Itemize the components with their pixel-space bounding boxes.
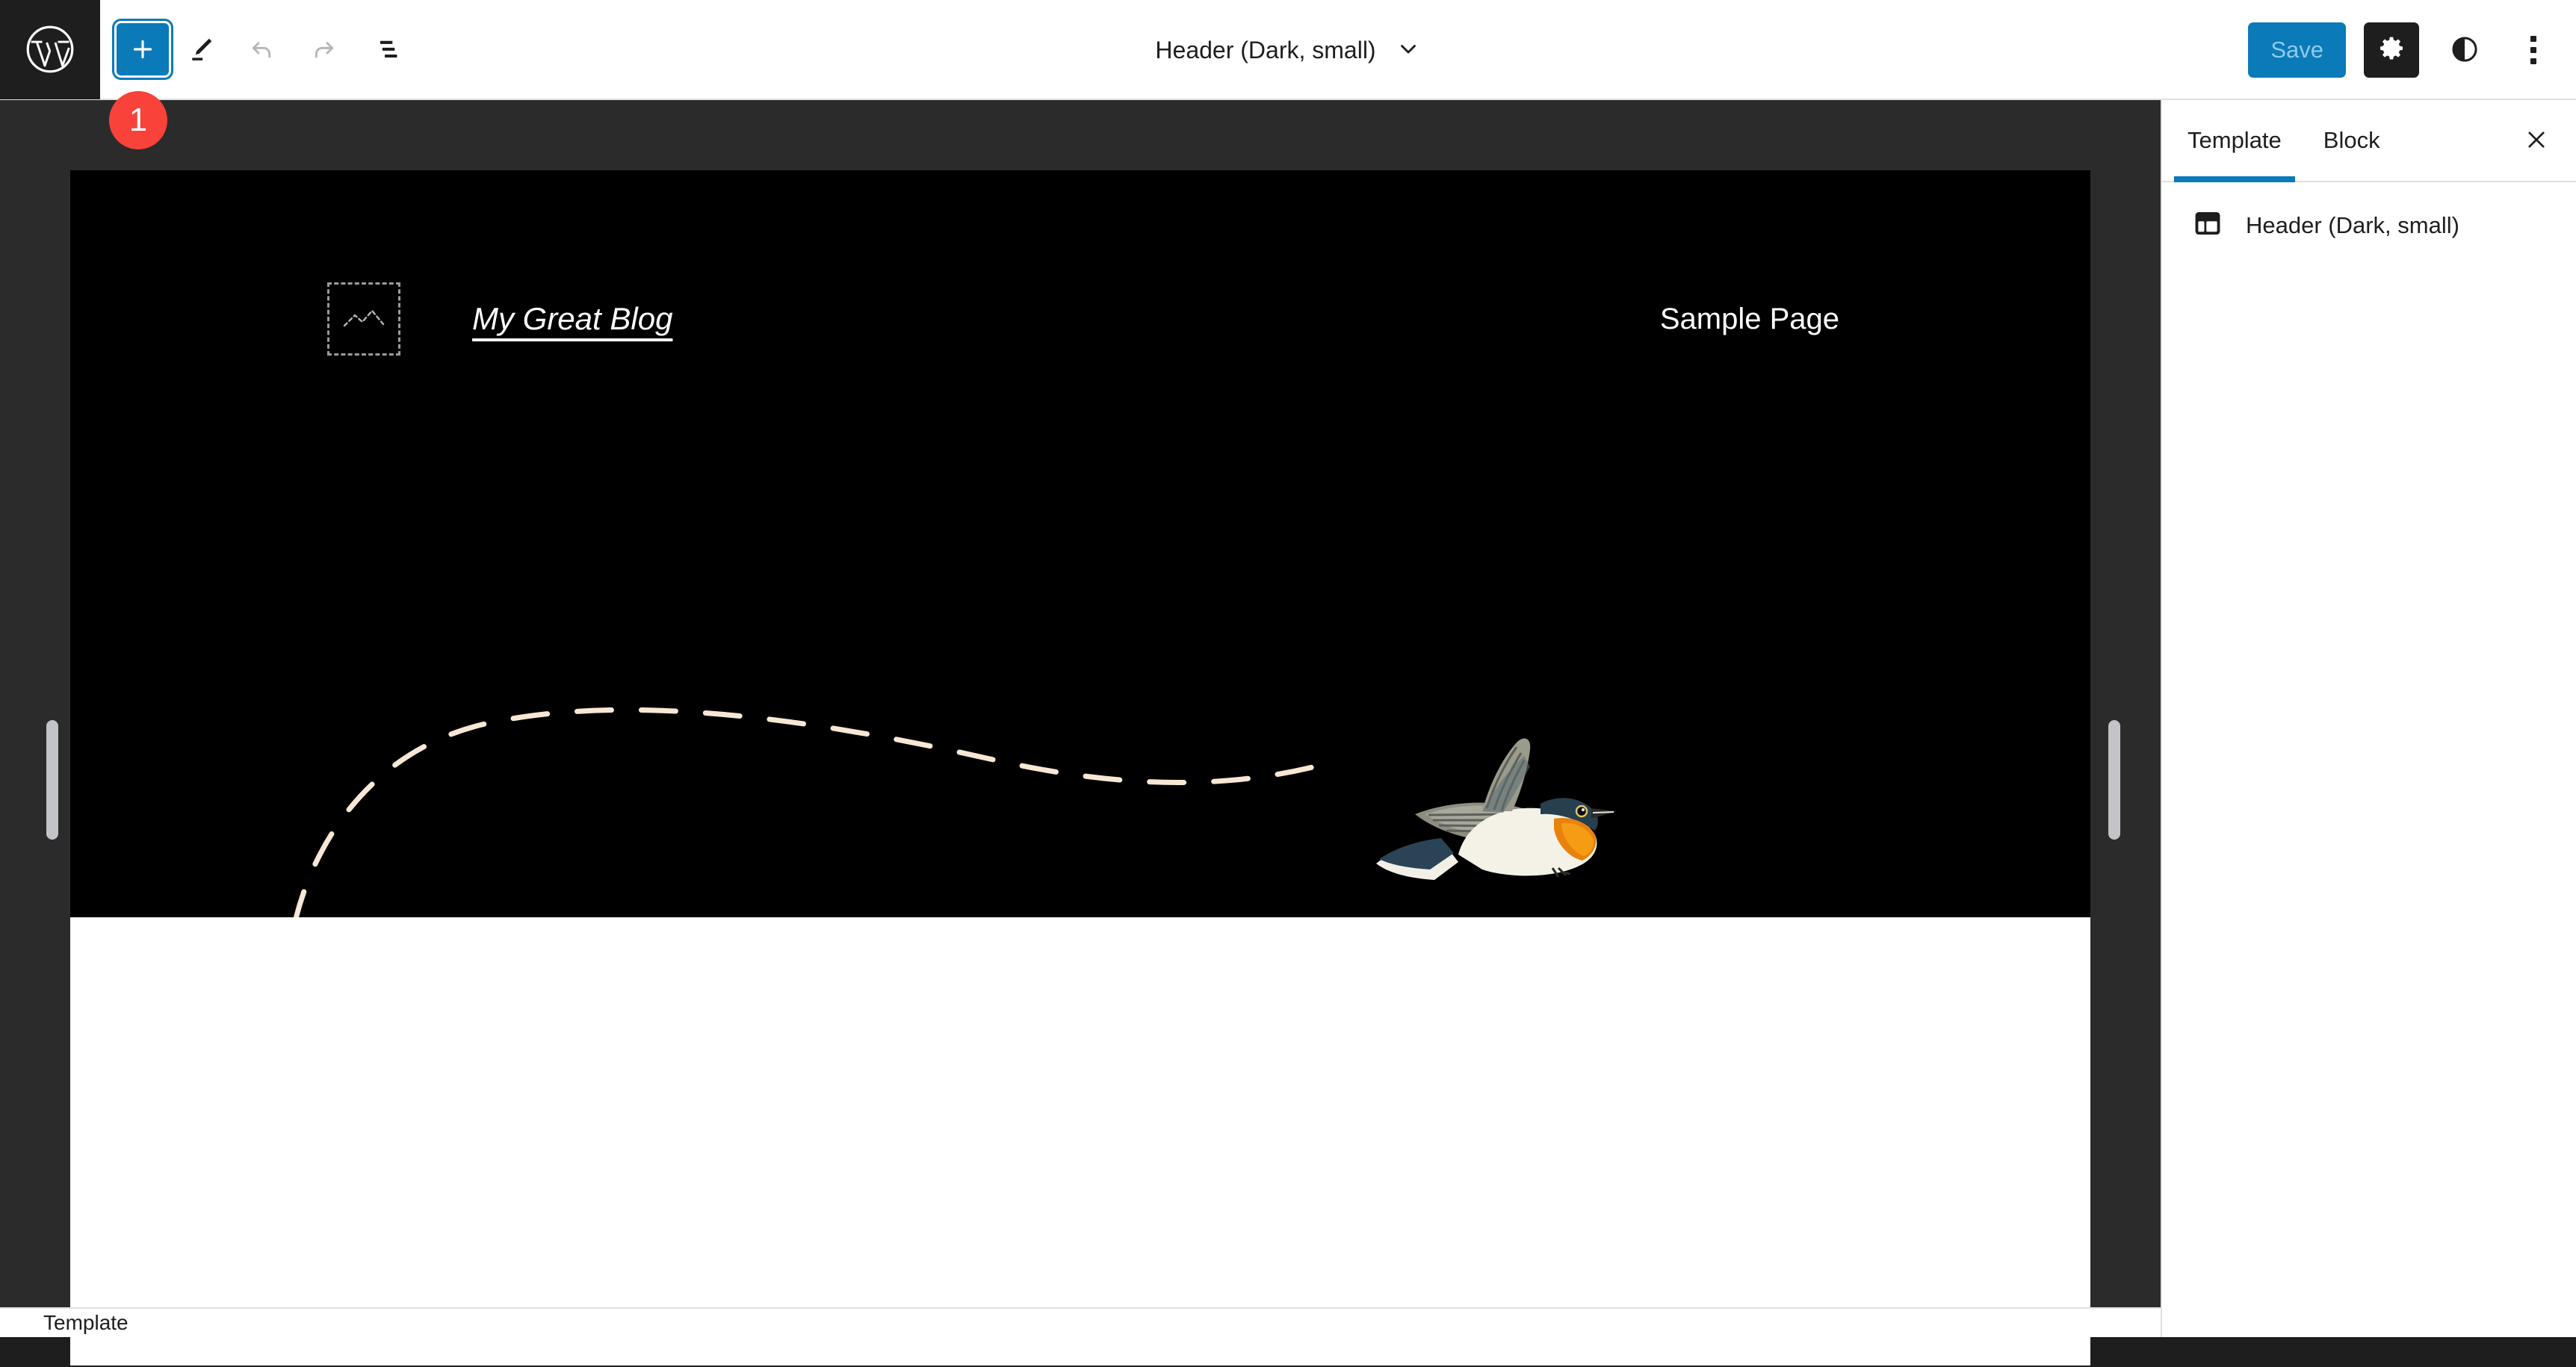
editor-breadcrumb-bar: Template (0, 1307, 2161, 1337)
resize-handle-left[interactable] (46, 720, 58, 840)
chevron-down-icon (1396, 36, 1421, 65)
site-logo-placeholder[interactable] (327, 282, 400, 356)
sidebar-tab-bar: Template Block (2162, 100, 2576, 182)
header-inner-row: My Great Blog Sample Page (70, 282, 2090, 356)
template-part-icon (2192, 208, 2223, 243)
image-placeholder-icon (342, 302, 386, 337)
sidebar-item-label: Header (Dark, small) (2246, 211, 2459, 238)
editor-workspace: My Great Blog Sample Page Template (0, 100, 2161, 1366)
document-title-dropdown[interactable]: Header (Dark, small) (1145, 30, 1431, 71)
editor-actions-group: Save (2248, 0, 2557, 100)
document-title-text: Header (Dark, small) (1155, 36, 1376, 63)
more-options-button[interactable] (2510, 22, 2557, 78)
tab-block[interactable]: Block (2303, 100, 2401, 181)
breadcrumb-template[interactable]: Template (43, 1311, 129, 1335)
kebab-dot (2530, 47, 2536, 53)
editor-canvas[interactable]: My Great Blog Sample Page (70, 170, 2090, 1366)
flying-bird-illustration (1370, 731, 1617, 910)
annotation-badge-1: 1 (109, 91, 167, 149)
site-body-area[interactable] (70, 917, 2090, 1366)
tab-template[interactable]: Template (2167, 100, 2303, 182)
editor-top-bar: Header (Dark, small) Save (0, 0, 2576, 100)
site-title-link[interactable]: My Great Blog (472, 301, 672, 337)
edit-tool-button[interactable] (172, 20, 230, 78)
settings-button[interactable] (2364, 22, 2419, 78)
sidebar-item-template-part[interactable]: Header (Dark, small) (2162, 182, 2576, 268)
contrast-half-circle-icon (2449, 34, 2480, 67)
save-button[interactable]: Save (2248, 22, 2346, 78)
undo-button[interactable] (233, 20, 291, 78)
redo-button[interactable] (294, 20, 353, 78)
editor-tool-group (100, 20, 414, 78)
wordpress-logo-icon (24, 23, 76, 75)
site-header-block[interactable]: My Great Blog Sample Page (70, 170, 2090, 917)
kebab-dot (2530, 36, 2536, 42)
settings-sidebar: Template Block Header (Dark, small) (2161, 100, 2576, 1337)
wordpress-logo-button[interactable] (0, 0, 100, 99)
kebab-dot (2530, 58, 2536, 64)
nav-link-sample-page[interactable]: Sample Page (1660, 303, 1839, 336)
gear-icon (2377, 34, 2406, 66)
close-sidebar-button[interactable] (2509, 113, 2564, 168)
resize-handle-right[interactable] (2108, 720, 2120, 840)
list-view-button[interactable] (356, 20, 414, 78)
add-block-button[interactable] (117, 23, 169, 75)
close-icon (2524, 127, 2549, 155)
styles-button[interactable] (2437, 22, 2492, 78)
